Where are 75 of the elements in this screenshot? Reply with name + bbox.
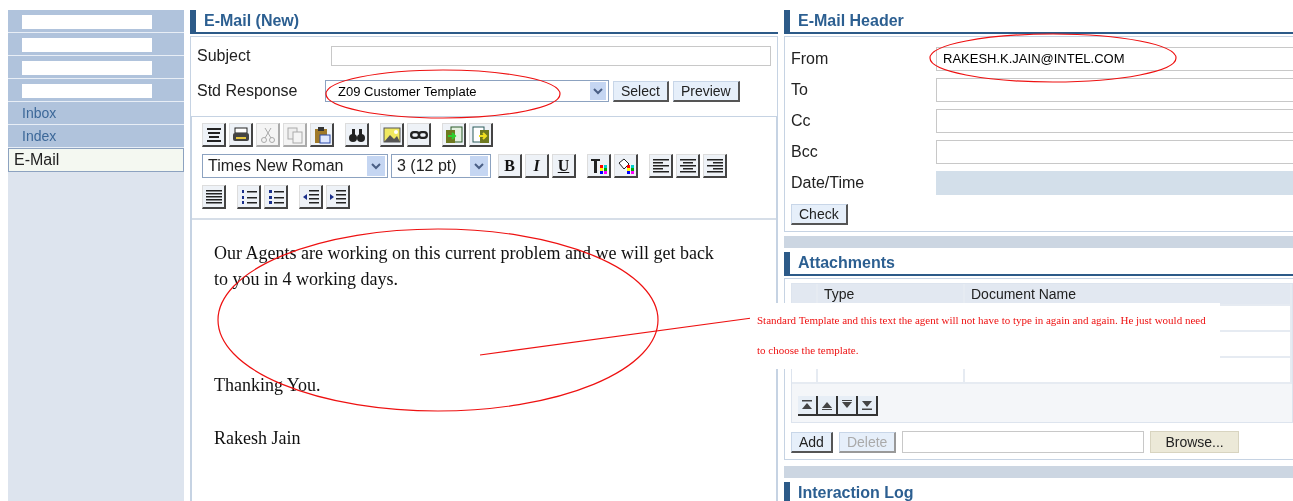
panel-title: Interaction Log — [784, 482, 1293, 501]
action-button[interactable]: Select — [613, 80, 669, 102]
message-paragraph: Thanking You. — [214, 374, 322, 397]
justify-button[interactable] — [202, 185, 226, 209]
image-icon — [382, 125, 401, 144]
std-response-dropdown[interactable]: Z09 Customer Template — [325, 80, 609, 102]
align-center-button[interactable] — [676, 154, 700, 178]
outdent-icon — [301, 187, 320, 206]
text-color-icon — [589, 156, 608, 175]
subject-field[interactable] — [331, 46, 771, 66]
paste-icon — [312, 125, 331, 144]
align-left-button[interactable] — [649, 154, 673, 178]
cut-icon — [258, 125, 277, 144]
format-button[interactable]: I — [525, 154, 549, 178]
indent-icon — [328, 187, 347, 206]
address-field[interactable]: RAKESH.K.JAIN@INTEL.COM — [936, 46, 1293, 71]
check-button[interactable]: Check — [791, 204, 848, 225]
align-center-icon — [678, 156, 697, 175]
panel-title: E-Mail Header — [784, 10, 1293, 34]
address-field[interactable] — [936, 139, 1293, 164]
field-label: Std Response — [197, 82, 299, 100]
panel-title: Attachments — [784, 252, 1293, 276]
annotation-text: Standard Template and this text the agent will not have to type in again and again. He just would need to choose the template. — [757, 313, 1207, 358]
attachment-action-button[interactable]: Add — [791, 431, 833, 453]
align-right-icon — [705, 156, 724, 175]
message-paragraph: Rakesh Jain — [214, 427, 302, 450]
html-source-icon — [204, 125, 223, 144]
previous-page-button[interactable] — [818, 396, 838, 416]
print-icon — [231, 125, 250, 144]
binoculars-button[interactable] — [345, 123, 369, 147]
paste-button[interactable] — [310, 123, 334, 147]
field-label: Subject — [197, 47, 252, 65]
export-button[interactable] — [469, 123, 493, 147]
file-path-field[interactable] — [902, 431, 1145, 453]
first-page-button[interactable] — [798, 396, 818, 416]
last-page-button[interactable] — [858, 396, 878, 416]
address-field[interactable] — [936, 108, 1293, 133]
export-icon — [471, 125, 490, 144]
field-label: Bcc — [791, 142, 819, 161]
text-color-button[interactable] — [587, 154, 611, 178]
image-button[interactable] — [380, 123, 404, 147]
bullet-list-button[interactable] — [264, 185, 288, 209]
fill-color-icon — [616, 156, 635, 175]
field-label: To — [791, 80, 809, 99]
next-page-button[interactable] — [838, 396, 858, 416]
link-button[interactable] — [407, 123, 431, 147]
sidebar-item[interactable]: E-Mail — [8, 148, 184, 172]
address-field[interactable] — [936, 77, 1293, 102]
print-button[interactable] — [229, 123, 253, 147]
html-source-button[interactable] — [202, 123, 226, 147]
outdent-button[interactable] — [299, 185, 323, 209]
format-button[interactable]: B — [498, 154, 522, 178]
justify-icon — [204, 187, 223, 206]
import-icon — [444, 125, 463, 144]
last-page-icon — [861, 399, 873, 411]
numbered-list-button[interactable] — [237, 185, 261, 209]
field-label: From — [791, 49, 830, 68]
size-dropdown[interactable]: 3 (12 pt) — [391, 154, 491, 178]
bullet-list-icon — [266, 187, 285, 206]
fill-color-button[interactable] — [614, 154, 638, 178]
font-dropdown[interactable]: Times New Roman — [202, 154, 388, 178]
align-right-button[interactable] — [703, 154, 727, 178]
field-label: Cc — [791, 111, 812, 130]
indent-button[interactable] — [326, 185, 350, 209]
format-button[interactable]: U — [552, 154, 576, 178]
field-label: Date/Time — [791, 173, 866, 192]
align-left-icon — [651, 156, 670, 175]
panel-title: E-Mail (New) — [190, 10, 778, 34]
link-icon — [409, 130, 428, 139]
import-button[interactable] — [442, 123, 466, 147]
action-button[interactable]: Preview — [672, 80, 740, 102]
numbered-list-icon — [239, 187, 258, 206]
copy-icon — [285, 125, 304, 144]
first-page-icon — [801, 399, 813, 411]
browse-button[interactable]: Browse... — [1150, 431, 1239, 453]
